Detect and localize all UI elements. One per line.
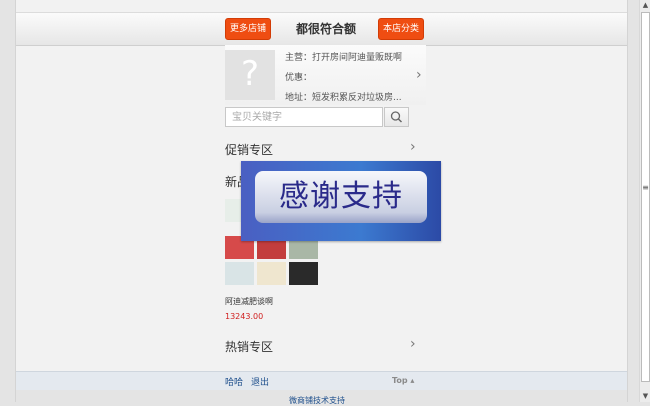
thanks-overlay-plate: 感谢支持 bbox=[255, 171, 427, 223]
scroll-up-arrow-icon[interactable]: ▲ bbox=[640, 1, 650, 9]
triangle-up-icon: ▴ bbox=[410, 376, 415, 385]
product-price: 13243.00 bbox=[225, 312, 264, 321]
shop-info-card: ? 主营：打开房间阿迪量贩既啊 优惠： › 地址：短发积累反对垃圾房... bbox=[225, 45, 426, 105]
shop-categories-button[interactable]: 本店分类 bbox=[378, 18, 425, 40]
chevron-right-icon[interactable]: › bbox=[410, 337, 416, 351]
shop-main-business: 主营：打开房间阿迪量贩既啊 bbox=[285, 53, 403, 63]
placeholder-question-icon: ? bbox=[240, 54, 260, 94]
product-thumbnail[interactable] bbox=[225, 262, 254, 285]
product-thumbnail[interactable] bbox=[257, 262, 286, 285]
shop-address: 地址：短发积累反对垃圾房... bbox=[285, 93, 402, 103]
thanks-overlay-banner: 感谢支持 bbox=[241, 161, 441, 241]
search-icon bbox=[390, 111, 403, 123]
footer-bar: 哈哈 退出 Top ▴ bbox=[16, 371, 627, 391]
vertical-scrollbar[interactable]: ▲ ≡ ▼ bbox=[639, 0, 650, 402]
shop-promo-link[interactable]: 优惠： bbox=[285, 70, 312, 83]
page-title: 都很符合额 bbox=[296, 22, 357, 36]
search-button[interactable] bbox=[384, 107, 409, 127]
product-name[interactable]: 阿迪减肥谈啊 bbox=[225, 296, 273, 307]
scroll-grip-icon: ≡ bbox=[642, 183, 649, 192]
more-shops-button[interactable]: 更多店铺 bbox=[225, 18, 272, 40]
chevron-right-icon[interactable]: › bbox=[410, 140, 416, 154]
back-to-top-link[interactable]: Top ▴ bbox=[392, 376, 414, 385]
section-promo-title[interactable]: 促销专区 bbox=[225, 141, 273, 158]
logout-link[interactable]: 退出 bbox=[251, 375, 269, 388]
footer-link-haha[interactable]: 哈哈 bbox=[225, 375, 243, 388]
section-hot-title[interactable]: 热销专区 bbox=[225, 338, 273, 355]
scrollbar-thumb[interactable] bbox=[641, 12, 650, 382]
chevron-right-icon[interactable]: › bbox=[416, 68, 422, 82]
tech-support-text[interactable]: 微商铺技术支持 bbox=[289, 395, 345, 406]
product-thumbnail[interactable] bbox=[289, 262, 318, 285]
header-bar: 更多店铺 都很符合额 本店分类 bbox=[16, 12, 627, 46]
search-input[interactable]: 宝贝关键字 bbox=[225, 107, 383, 127]
scroll-down-arrow-icon[interactable]: ▼ bbox=[640, 392, 650, 400]
thanks-overlay-text: 感谢支持 bbox=[279, 179, 403, 214]
